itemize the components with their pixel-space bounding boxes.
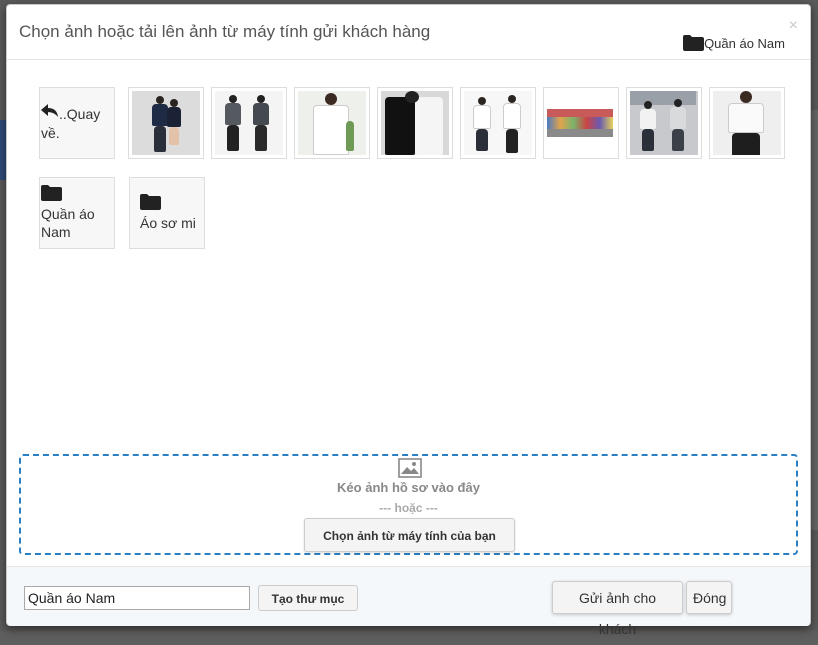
picture-icon: [398, 458, 422, 478]
photo-two-men-shirts-icon: [464, 91, 532, 155]
image-tile[interactable]: [128, 87, 204, 159]
image-picker-dialog: Chọn ảnh hoặc tải lên ảnh từ máy tính gử…: [6, 4, 811, 637]
photo-black-white-sweater-icon: [381, 91, 449, 155]
folder-icon: [683, 35, 705, 51]
image-tile[interactable]: [543, 87, 619, 159]
photo-couple-icon: [132, 91, 200, 155]
image-tile[interactable]: [709, 87, 785, 159]
photo-man-white-shirt-icon: [713, 91, 781, 155]
photo-shop-display-icon: [547, 91, 615, 155]
image-tile[interactable]: [294, 87, 370, 159]
current-folder-name: Quần áo Nam: [704, 36, 785, 51]
background-side-panel: [811, 110, 818, 530]
photo-two-men-icon: [215, 91, 283, 155]
dialog-title: Chọn ảnh hoặc tải lên ảnh từ máy tính gử…: [19, 22, 431, 41]
folder-label: Quần áo Nam: [41, 206, 95, 240]
image-tile[interactable]: [377, 87, 453, 159]
send-images-button[interactable]: Gửi ảnh cho khách: [552, 581, 683, 637]
image-tile[interactable]: [626, 87, 702, 159]
photo-men-casual-icon: [630, 91, 698, 155]
folder-tile-ao-so-mi[interactable]: Áo sơ mi: [129, 177, 205, 249]
back-label: ..Quay về.: [41, 106, 101, 141]
image-tile[interactable]: [211, 87, 287, 159]
folder-icon: [140, 194, 161, 210]
dropzone-text: Kéo ảnh hồ sơ vào đây: [337, 480, 480, 495]
dropzone-or-text: --- hoặc ---: [379, 501, 438, 515]
folder-label: Áo sơ mi: [140, 215, 196, 231]
current-folder-indicator: Quần áo Nam: [683, 35, 785, 51]
image-tile[interactable]: [460, 87, 536, 159]
close-icon[interactable]: ×: [789, 18, 798, 34]
back-tile[interactable]: ..Quay về.: [39, 87, 115, 159]
create-folder-button[interactable]: Tạo thư mục: [258, 585, 358, 611]
folder-icon: [41, 185, 62, 201]
dialog-footer: Tạo thư mục Gửi ảnh cho khách Đóng: [7, 566, 810, 637]
choose-from-computer-button[interactable]: Chọn ảnh từ máy tính của bạn: [304, 518, 515, 552]
folder-tile-quan-ao-nam[interactable]: Quần áo Nam: [39, 177, 115, 249]
photo-white-shirt-icon: [298, 91, 366, 155]
image-dropzone[interactable]: Kéo ảnh hồ sơ vào đây --- hoặc --- Chọn …: [19, 454, 798, 555]
dialog-header: Chọn ảnh hoặc tải lên ảnh từ máy tính gử…: [7, 5, 810, 60]
close-button[interactable]: Đóng: [686, 581, 732, 614]
folder-name-input[interactable]: [24, 586, 250, 610]
